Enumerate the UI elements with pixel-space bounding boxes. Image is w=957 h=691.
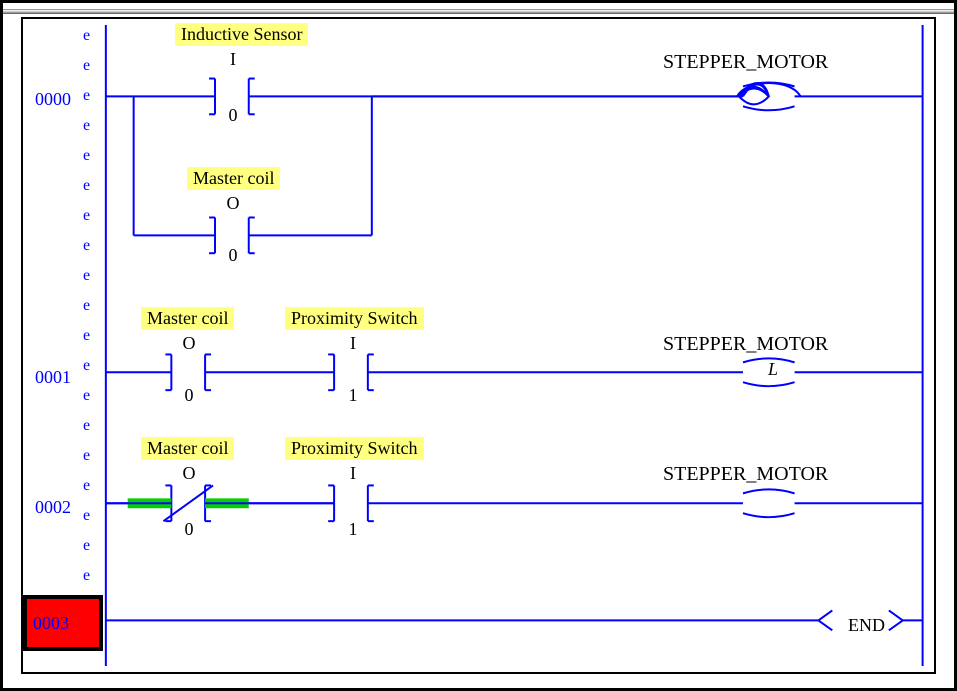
ladder-diagram-svg [23,19,934,672]
diagram-inner-border: 0000 0001 0002 e e e e e e e e e e e e e… [21,17,936,674]
titlebar-strip [3,9,954,14]
window-frame: 0000 0001 0002 e e e e e e e e e e e e e… [0,0,957,691]
